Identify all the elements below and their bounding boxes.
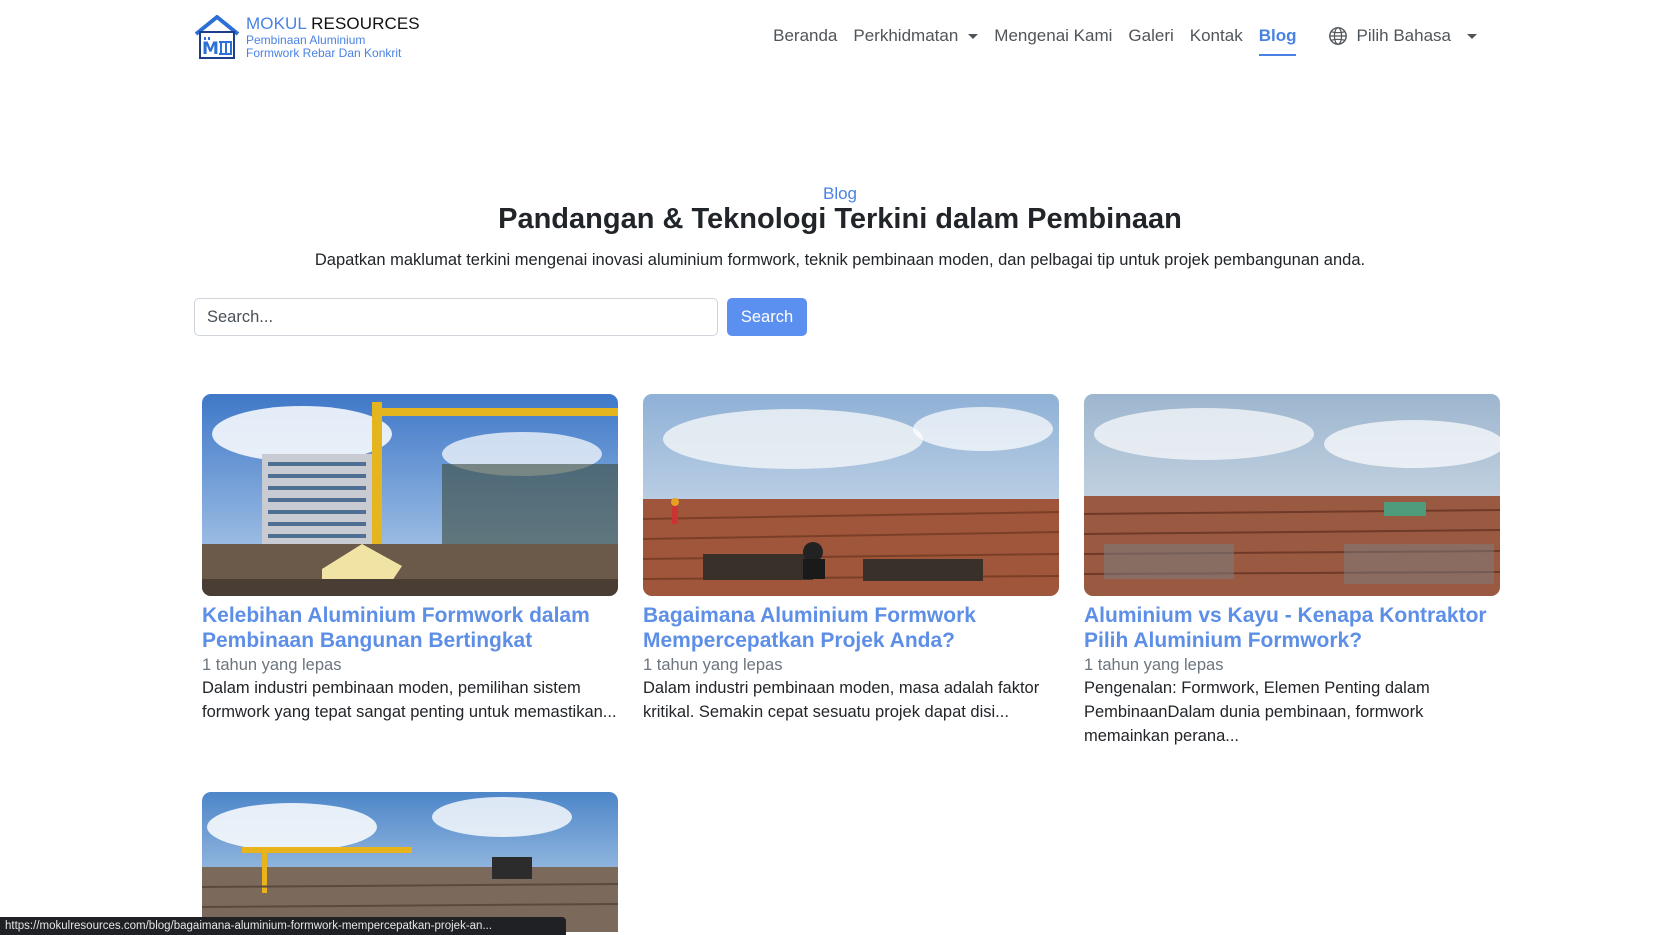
post-thumbnail[interactable] bbox=[643, 394, 1059, 596]
nav-item-galeri[interactable]: Galeri bbox=[1120, 0, 1181, 72]
house-logo-icon: M bbox=[194, 15, 240, 59]
brand-link[interactable]: M MOKUL RESOURCES Pembinaan Aluminium Fo… bbox=[192, 12, 420, 62]
post-excerpt: Dalam industri pembinaan moden, pemiliha… bbox=[202, 679, 617, 721]
main-nav: Beranda Perkhidmatan Mengenai Kami Galer… bbox=[765, 0, 1485, 72]
construction-photo-image bbox=[643, 394, 1059, 596]
post-title[interactable]: Kelebihan Aluminium Formwork dalam Pembi… bbox=[202, 604, 618, 653]
svg-text:M: M bbox=[202, 39, 219, 59]
brand-name-part1: MOKUL bbox=[246, 14, 307, 33]
nav-item-perkhidmatan[interactable]: Perkhidmatan bbox=[845, 0, 986, 72]
blog-card[interactable]: Bagaimana Aluminium Formwork Mempercepat… bbox=[643, 394, 1059, 724]
language-selector[interactable]: Pilih Bahasa bbox=[1320, 0, 1485, 72]
nav-item-mengenai-kami[interactable]: Mengenai Kami bbox=[986, 0, 1120, 72]
post-thumbnail[interactable] bbox=[1084, 394, 1500, 596]
brand-name-part2: RESOURCES bbox=[311, 14, 420, 33]
post-excerpt: Pengenalan: Formwork, Elemen Penting dal… bbox=[1084, 679, 1430, 745]
construction-photo-image bbox=[202, 792, 618, 932]
blog-card[interactable] bbox=[202, 792, 618, 932]
globe-icon bbox=[1329, 27, 1348, 45]
status-bar-url: https://mokulresources.com/blog/bagaiman… bbox=[0, 917, 566, 935]
navbar: M MOKUL RESOURCES Pembinaan Aluminium Fo… bbox=[0, 0, 1680, 72]
nav-item-beranda[interactable]: Beranda bbox=[765, 0, 845, 72]
nav-item-perkhidmatan-label: Perkhidmatan bbox=[853, 26, 959, 45]
post-title[interactable]: Bagaimana Aluminium Formwork Mempercepat… bbox=[643, 604, 1059, 653]
chevron-down-icon bbox=[968, 33, 979, 39]
construction-photo-image bbox=[202, 394, 618, 596]
blog-card[interactable]: Kelebihan Aluminium Formwork dalam Pembi… bbox=[202, 394, 618, 724]
construction-photo-image bbox=[1084, 394, 1500, 596]
chevron-down-icon bbox=[1467, 33, 1477, 39]
post-date: 1 tahun yang lepas bbox=[1084, 656, 1224, 674]
post-date: 1 tahun yang lepas bbox=[643, 656, 783, 674]
section-kicker: Blog bbox=[822, 184, 858, 203]
post-excerpt: Dalam industri pembinaan moden, masa ada… bbox=[643, 679, 1040, 721]
post-thumbnail[interactable] bbox=[202, 792, 618, 932]
brand-title: MOKUL RESOURCES bbox=[246, 14, 420, 34]
nav-item-kontak[interactable]: Kontak bbox=[1182, 0, 1251, 72]
page-title: Pandangan & Teknologi Terkini dalam Pemb… bbox=[498, 203, 1182, 235]
search-input[interactable] bbox=[194, 298, 718, 336]
language-label: Pilih Bahasa bbox=[1356, 26, 1451, 45]
search-button[interactable]: Search bbox=[727, 298, 807, 336]
post-thumbnail[interactable] bbox=[202, 394, 618, 596]
post-date: 1 tahun yang lepas bbox=[202, 656, 342, 674]
brand-tagline-2: Formwork Rebar Dan Konkrit bbox=[246, 46, 402, 60]
nav-item-blog[interactable]: Blog bbox=[1251, 0, 1305, 72]
page-description: Dapatkan maklumat terkini mengenai inova… bbox=[314, 251, 1366, 269]
blog-card[interactable]: Aluminium vs Kayu - Kenapa Kontraktor Pi… bbox=[1084, 394, 1500, 748]
post-title[interactable]: Aluminium vs Kayu - Kenapa Kontraktor Pi… bbox=[1084, 604, 1500, 653]
